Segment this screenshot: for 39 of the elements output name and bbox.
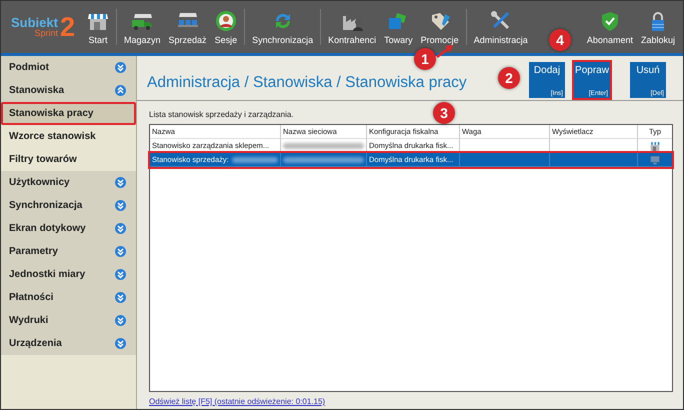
page-title: Administracja / Stanowiska / Stanowiska pracy (147, 74, 467, 92)
collapse-icon[interactable] (115, 85, 126, 96)
sidebar-item[interactable]: Synchronizacja (1, 194, 136, 217)
sidebar-item[interactable]: Urządzenia (1, 332, 136, 355)
sidebar-item[interactable]: Parametry (1, 240, 136, 263)
expand-icon[interactable] (115, 177, 126, 188)
sidebar-item[interactable]: Podmiot (1, 56, 136, 79)
toolbar-button[interactable]: Sprzedaż (164, 1, 211, 53)
toolbar-button[interactable]: Start (83, 1, 113, 53)
expand-icon[interactable] (115, 200, 126, 211)
toolbar-button[interactable]: Synchronizacja (248, 1, 318, 53)
sidebar-item[interactable]: Jednostki miary (1, 263, 136, 286)
sidebar-item[interactable]: Użytkownicy (1, 171, 136, 194)
refresh-link[interactable]: Odśwież listę [F5] (ostatnie odświeżenie: 0:01.15) (149, 397, 326, 406)
toolbar-button[interactable]: Kontrahenci (324, 1, 380, 53)
description-text: Lista stanowisk sprzedaży i zarządzania. (149, 110, 294, 119)
toolbar-button[interactable]: Sesje (210, 1, 242, 53)
toolbar-button[interactable]: Magazyn (120, 1, 165, 53)
expand-icon[interactable] (115, 292, 126, 303)
toolbar-button[interactable]: Zablokuj (636, 1, 679, 53)
sidebar-item[interactable]: Wydruki (1, 309, 136, 332)
person-icon (214, 10, 237, 32)
toolbar-button[interactable]: Abonament (582, 1, 637, 53)
expand-icon[interactable] (115, 315, 126, 326)
logo-name: Subiekt (11, 16, 58, 29)
sidebar-item[interactable]: Płatności (1, 286, 136, 309)
sidebar-item[interactable]: Ekran dotykowy (1, 217, 136, 240)
toolbar-button[interactable]: Towary (380, 1, 417, 53)
expand-icon[interactable] (115, 246, 126, 257)
expand-icon[interactable] (115, 62, 126, 73)
sidebar-item[interactable]: Stanowiska (1, 79, 136, 102)
tools-icon (490, 10, 512, 32)
sidebar-item[interactable]: Stanowiska pracy (1, 102, 136, 125)
expand-icon[interactable] (115, 223, 126, 234)
logo-number: 2 (60, 14, 75, 40)
expand-icon[interactable] (115, 269, 126, 280)
expand-icon[interactable] (115, 338, 126, 349)
toolbar-button[interactable]: Administracja (470, 1, 532, 53)
logo-edition: Sprint (34, 29, 58, 38)
